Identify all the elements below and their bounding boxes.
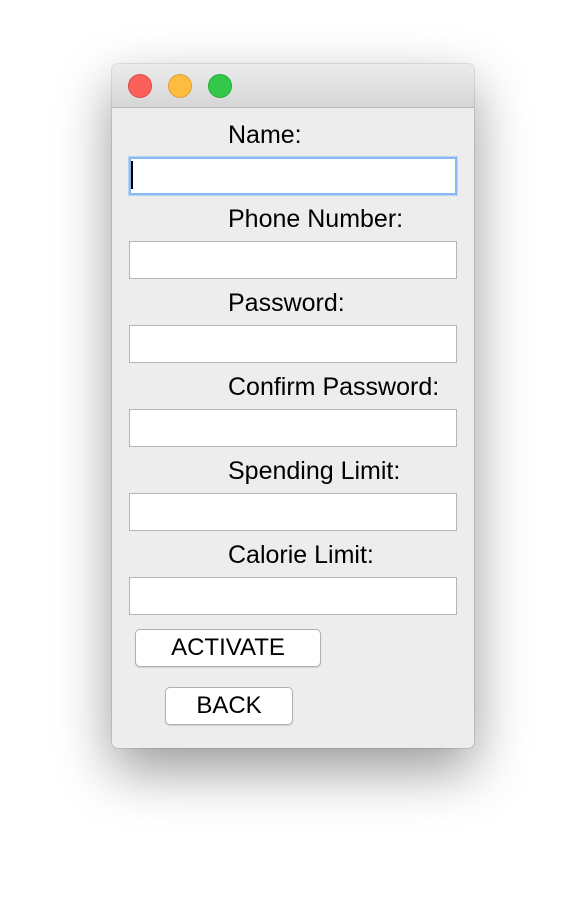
app-window: Name: Phone Number: Password: Confirm Pa… xyxy=(112,64,474,748)
back-button[interactable]: BACK xyxy=(165,687,293,725)
phone-number-label: Phone Number: xyxy=(228,205,404,233)
title-bar[interactable] xyxy=(112,64,474,108)
confirm-password-field[interactable] xyxy=(129,409,457,447)
spending-limit-label: Spending Limit: xyxy=(228,457,401,485)
calorie-limit-label: Calorie Limit: xyxy=(228,541,374,569)
spending-limit-field[interactable] xyxy=(129,493,457,531)
text-caret xyxy=(131,161,133,189)
close-window-button[interactable] xyxy=(128,74,152,98)
phone-number-field[interactable] xyxy=(129,241,457,279)
name-field[interactable] xyxy=(129,157,457,195)
password-field[interactable] xyxy=(129,325,457,363)
activate-button[interactable]: ACTIVATE xyxy=(135,629,321,667)
zoom-window-button[interactable] xyxy=(208,74,232,98)
calorie-limit-field[interactable] xyxy=(129,577,457,615)
name-label: Name: xyxy=(228,121,302,149)
password-label: Password: xyxy=(228,289,345,317)
confirm-password-label: Confirm Password: xyxy=(228,373,440,401)
minimize-window-button[interactable] xyxy=(168,74,192,98)
